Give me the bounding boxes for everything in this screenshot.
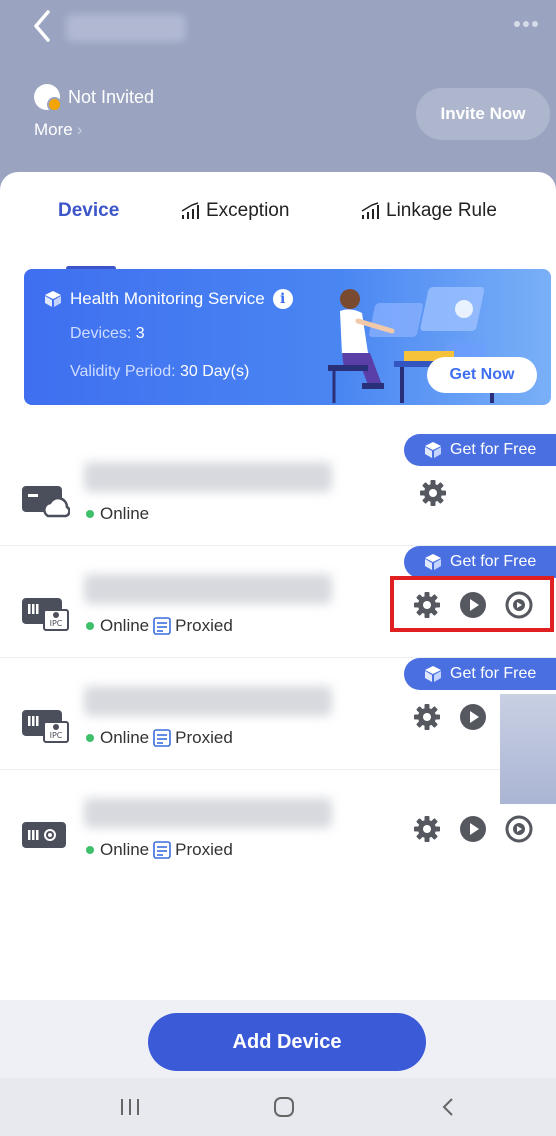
invite-status-text: Not Invited [68, 86, 155, 107]
proxied-text: Proxied [175, 840, 233, 859]
proxy-icon [153, 729, 171, 747]
banner-validity-value: 30 Day(s) [179, 363, 250, 380]
online-dot-icon [86, 622, 94, 630]
chevron-right-icon: › [76, 120, 83, 139]
back-arrow-icon[interactable] [30, 6, 56, 46]
get-for-free-tag[interactable]: Get for Free [404, 546, 556, 578]
proxied-text: Proxied [175, 728, 233, 747]
get-for-free-label: Get for Free [450, 553, 537, 570]
system-navigation-bar [0, 1078, 556, 1136]
device-status: Online Proxied [86, 616, 233, 636]
floating-thumbnail[interactable] [500, 694, 556, 804]
device-list: Get for Free Online Get for Free IPC Onl… [0, 434, 556, 882]
device-row[interactable]: Get for Free IPC Online Proxied [0, 546, 556, 658]
more-link[interactable]: More › [34, 120, 82, 140]
proxy-icon [153, 617, 171, 635]
device-status: Online Proxied [86, 840, 233, 860]
get-for-free-tag[interactable]: Get for Free [404, 658, 556, 690]
info-icon[interactable]: i [272, 289, 293, 309]
back-nav-icon[interactable] [440, 1096, 458, 1118]
playback-icon[interactable] [504, 814, 534, 844]
health-monitoring-banner[interactable]: Health Monitoring Service i Devices: 3 V… [24, 269, 551, 405]
device-row[interactable]: Get for Free IPC Online Proxied [0, 658, 556, 770]
online-dot-icon [86, 734, 94, 742]
banner-devices-label: Devices: [70, 325, 136, 342]
device-status-text: Online [100, 728, 150, 747]
add-device-button[interactable]: Add Device [148, 1013, 426, 1071]
device-name-blurred [84, 686, 332, 716]
banner-title-text: Health Monitoring Service [70, 289, 265, 308]
more-options-icon[interactable] [514, 14, 544, 27]
cube-icon [425, 442, 441, 458]
highlight-box [390, 576, 554, 632]
invite-now-button[interactable]: Invite Now [416, 88, 550, 140]
device-row[interactable]: Online Proxied [0, 770, 556, 882]
online-dot-icon [86, 510, 94, 518]
site-title-blurred [66, 14, 186, 42]
banner-validity: Validity Period: 30 Day(s) [70, 363, 249, 381]
tab-exception[interactable]: Exception [180, 200, 289, 222]
device-actions [402, 478, 448, 508]
svg-text:IPC: IPC [50, 731, 63, 740]
get-for-free-label: Get for Free [450, 441, 537, 458]
more-link-label: More [34, 120, 73, 139]
device-status: Online [86, 504, 149, 524]
device-name-blurred [84, 798, 332, 828]
ipc-nvr-icon: IPC [22, 710, 69, 743]
banner-validity-label: Validity Period: [70, 363, 180, 380]
device-name-blurred [84, 574, 332, 604]
invite-status-icon [34, 84, 62, 112]
nvr-icon [22, 822, 66, 848]
recent-apps-icon[interactable] [118, 1096, 142, 1118]
tab-device[interactable]: Device [58, 200, 119, 222]
settings-gear-icon[interactable] [412, 814, 442, 844]
svg-text:IPC: IPC [50, 619, 63, 628]
device-actions [396, 814, 534, 844]
cloud-nvr-icon [22, 486, 70, 518]
cube-icon [425, 666, 441, 682]
cube-icon [425, 554, 441, 570]
tab-bar: Device Exception Linkage Rule [0, 200, 556, 271]
tab-device-label: Device [58, 200, 120, 221]
device-status-text: Online [100, 616, 150, 635]
get-for-free-tag[interactable]: Get for Free [404, 434, 556, 466]
invite-status: Not Invited [34, 84, 155, 112]
play-icon[interactable] [458, 702, 488, 732]
device-status-text: Online [100, 840, 150, 859]
device-status: Online Proxied [86, 728, 233, 748]
tab-exception-label: Exception [206, 200, 290, 221]
trend-chart-icon [361, 202, 379, 219]
banner-devices-value: 3 [135, 325, 145, 342]
device-name-blurred [84, 462, 332, 492]
play-icon[interactable] [458, 814, 488, 844]
banner-devices: Devices: 3 [70, 325, 145, 343]
cube-icon [45, 291, 61, 307]
main-card: Device Exception Linkage Rule Health Mon… [0, 172, 556, 1032]
get-now-button[interactable]: Get Now [427, 357, 537, 393]
proxy-icon [153, 841, 171, 859]
settings-gear-icon[interactable] [418, 478, 448, 508]
settings-gear-icon[interactable] [412, 702, 442, 732]
device-row[interactable]: Get for Free Online [0, 434, 556, 546]
banner-title: Health Monitoring Service i [44, 289, 293, 309]
tab-linkage-rule-label: Linkage Rule [386, 200, 497, 221]
ipc-nvr-icon: IPC [22, 598, 69, 631]
device-status-text: Online [100, 504, 150, 523]
home-icon[interactable] [272, 1096, 296, 1118]
tab-linkage-rule[interactable]: Linkage Rule [360, 200, 497, 222]
trend-chart-icon [181, 202, 199, 219]
proxied-text: Proxied [175, 616, 233, 635]
get-for-free-label: Get for Free [450, 665, 537, 682]
online-dot-icon [86, 846, 94, 854]
